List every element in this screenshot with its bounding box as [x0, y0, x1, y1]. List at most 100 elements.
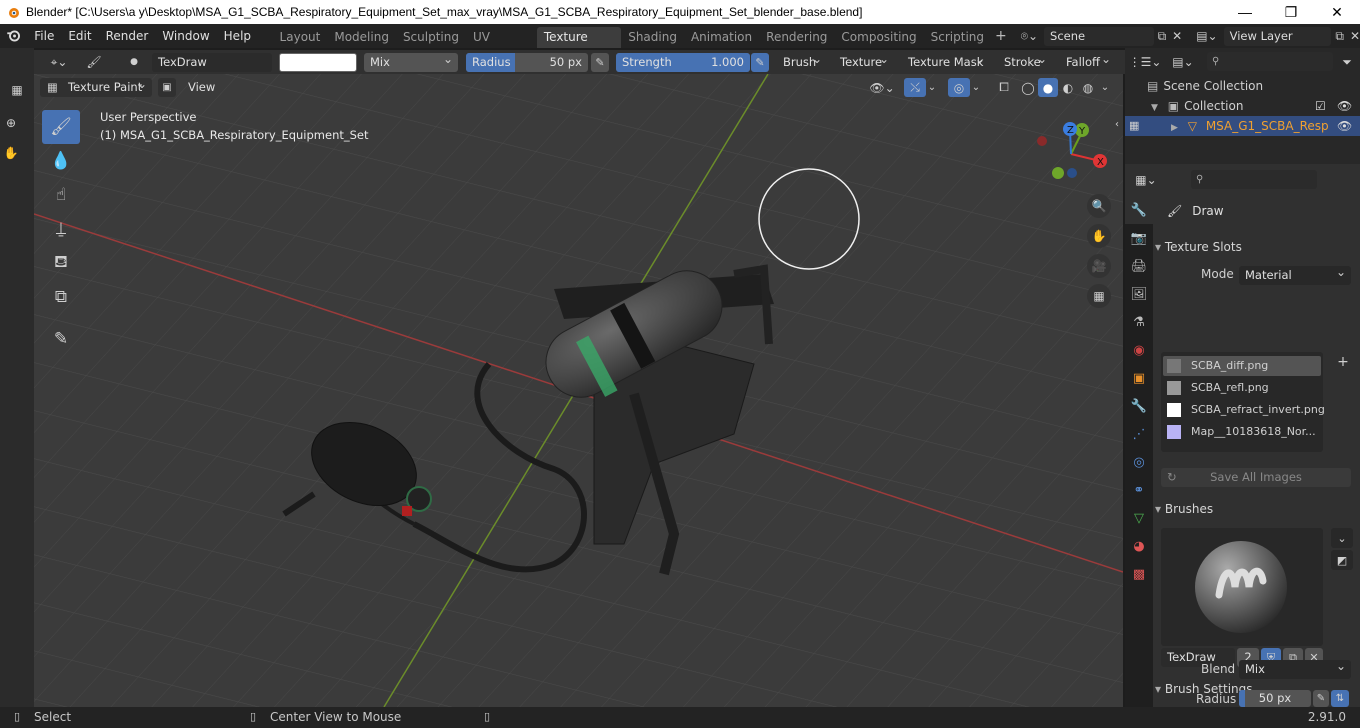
sidebar-toggle-icon[interactable]: ‹: [1112, 114, 1122, 134]
render-tab-icon[interactable]: 📷: [1125, 224, 1153, 252]
maximize-button[interactable]: ❐: [1268, 0, 1314, 24]
draw-tool-icon[interactable]: 🖌: [42, 110, 80, 144]
menu-render[interactable]: Render: [99, 24, 156, 48]
brush-radius-unit-icon[interactable]: ⇅: [1331, 690, 1349, 707]
annotate-tool-icon[interactable]: ✎: [42, 322, 80, 356]
soften-tool-icon[interactable]: 💧: [42, 144, 80, 178]
blend-mode-dropdown[interactable]: Mix: [364, 53, 458, 72]
brush-browse-icon[interactable]: ●: [122, 52, 146, 72]
outliner[interactable]: ⋮☰⌄ ▤⌄ ⚲ ⏷ ▤ Scene Collection ▼ ▣ Collecti…: [1125, 48, 1360, 164]
outliner-editor-icon[interactable]: ⋮☰⌄: [1129, 52, 1162, 72]
texture-slot-row[interactable]: SCBA_diff.png: [1163, 356, 1321, 376]
overlays-dropdown-icon[interactable]: ⌄: [970, 78, 982, 97]
tab-compositing[interactable]: Compositing: [834, 27, 923, 48]
tab-sculpting[interactable]: Sculpting: [396, 27, 466, 48]
falloff-menu[interactable]: Falloff: [1060, 53, 1116, 72]
clone-tool-icon[interactable]: ⍊: [42, 212, 80, 246]
texture-slot-row[interactable]: SCBA_refract_invert.png: [1163, 400, 1325, 420]
paint-brush-icon[interactable]: 🖌: [82, 52, 106, 72]
texture-slot-mode-dropdown[interactable]: Material: [1239, 266, 1351, 285]
strength-slider[interactable]: Strength 1.000: [616, 53, 750, 72]
new-view-layer-icon[interactable]: ⧉: [1335, 29, 1344, 44]
texture-slot-row[interactable]: Map__10183618_Nor...: [1163, 422, 1321, 442]
outliner-search-input[interactable]: ⚲: [1207, 52, 1333, 71]
minimize-button[interactable]: —: [1222, 0, 1268, 24]
menu-window[interactable]: Window: [155, 24, 216, 48]
viewport-scene[interactable]: [34, 74, 1123, 707]
texture-tab-icon[interactable]: ▩: [1125, 560, 1153, 588]
blender-menu-icon[interactable]: [0, 26, 27, 46]
texture-slot-row[interactable]: SCBA_refl.png: [1163, 378, 1321, 398]
tool-tab-icon[interactable]: 🔧: [1125, 196, 1153, 224]
outliner-row-collection[interactable]: ▼ ▣ Collection ☑ 👁: [1125, 96, 1360, 116]
expand-object-icon[interactable]: ▶: [1171, 123, 1178, 133]
constraints-tab-icon[interactable]: ⚭: [1125, 476, 1153, 504]
zoom-icon[interactable]: 🔍: [1087, 194, 1111, 218]
view-layer-tab-icon[interactable]: 🖼: [1125, 280, 1153, 308]
add-slot-icon[interactable]: +: [1333, 352, 1353, 372]
smear-tool-icon[interactable]: ☝: [42, 178, 80, 212]
tab-animation[interactable]: Animation: [684, 27, 759, 48]
brush-image-icon[interactable]: ◩: [1331, 550, 1353, 570]
tab-uv-editing[interactable]: UV Editing: [466, 27, 537, 65]
new-scene-icon[interactable]: ⧉: [1158, 29, 1167, 44]
xray-toggle-icon[interactable]: ⧠: [994, 78, 1014, 97]
3d-viewport[interactable]: ▦ Texture Paint ▣ View 👁⌄ ⤯ ⌄ ◎ ⌄ ⧠ ◯ ● …: [34, 74, 1123, 707]
brush-radius-field[interactable]: 50 px: [1239, 690, 1311, 707]
material-tab-icon[interactable]: ◕: [1125, 532, 1153, 560]
tab-scripting[interactable]: Scripting: [924, 27, 991, 48]
properties-search-input[interactable]: ⚲: [1191, 170, 1317, 189]
tab-rendering[interactable]: Rendering: [759, 27, 834, 48]
output-tab-icon[interactable]: 🖨: [1125, 252, 1153, 280]
save-all-images-button[interactable]: ↻ Save All Images: [1161, 468, 1351, 487]
particles-tab-icon[interactable]: ⋰: [1125, 420, 1153, 448]
texture-menu[interactable]: Texture: [834, 53, 894, 72]
shading-dropdown-icon[interactable]: ⌄: [1098, 78, 1112, 97]
mode-dropdown[interactable]: ▦ Texture Paint: [40, 78, 152, 97]
visibility-eye-icon[interactable]: 👁: [1337, 96, 1352, 116]
brush-name-field[interactable]: TexDraw: [152, 53, 272, 72]
outliner-row-object[interactable]: ▦ ▶ ▽ MSA_G1_SCBA_Resp 👁: [1125, 116, 1360, 136]
tab-shading[interactable]: Shading: [621, 27, 684, 48]
view-layer-browse-icon[interactable]: ▤⌄: [1196, 29, 1217, 43]
world-tab-icon[interactable]: ◉: [1125, 336, 1153, 364]
view-layer-field[interactable]: View Layer: [1223, 26, 1332, 46]
strength-pressure-icon[interactable]: ✎: [751, 53, 769, 72]
object-visibility-eye-icon[interactable]: 👁: [1337, 116, 1352, 136]
texture-slots-header[interactable]: Texture Slots: [1155, 236, 1355, 258]
brush-radius-pressure-icon[interactable]: ✎: [1313, 690, 1329, 707]
view-menu[interactable]: View: [182, 78, 222, 97]
camera-view-icon[interactable]: 🎥: [1087, 254, 1111, 278]
fill-tool-icon[interactable]: ⛾: [42, 246, 80, 280]
menu-help[interactable]: Help: [217, 24, 258, 48]
header-toggle-icon[interactable]: ▦: [6, 80, 28, 100]
overlays-toggle-icon[interactable]: ◎: [948, 78, 970, 97]
pan-hand-icon[interactable]: ✋: [1087, 224, 1111, 248]
remove-scene-icon[interactable]: ✕: [1172, 29, 1182, 43]
rendered-shading-icon[interactable]: ◍: [1078, 78, 1098, 97]
properties-editor-icon[interactable]: ▦⌄: [1131, 170, 1161, 190]
display-mode-icon[interactable]: ▤⌄: [1169, 52, 1197, 72]
gizmo-toggle-icon[interactable]: ⤯: [904, 78, 926, 97]
navigation-gizmo[interactable]: X Y Z: [1032, 118, 1122, 188]
scene-browse-icon[interactable]: ⌾⌄: [1021, 29, 1038, 44]
menu-file[interactable]: File: [27, 24, 61, 48]
stroke-menu[interactable]: Stroke: [998, 53, 1052, 72]
physics-tab-icon[interactable]: ◎: [1125, 448, 1153, 476]
brushes-header[interactable]: Brushes: [1155, 498, 1355, 520]
ortho-toggle-icon[interactable]: ▦: [1087, 284, 1111, 308]
material-shading-icon[interactable]: ◐: [1058, 78, 1078, 97]
menu-edit[interactable]: Edit: [61, 24, 98, 48]
gizmo-dropdown-icon[interactable]: ⌄: [926, 78, 938, 97]
tab-layout[interactable]: Layout: [273, 27, 328, 48]
tab-modeling[interactable]: Modeling: [327, 27, 396, 48]
object-tab-icon[interactable]: ▣: [1125, 364, 1153, 392]
mask-tool-icon[interactable]: ⧉: [42, 280, 80, 314]
color-swatch[interactable]: [279, 53, 357, 72]
tab-texture-paint[interactable]: Texture Paint: [536, 27, 622, 65]
solid-shading-icon[interactable]: ●: [1038, 78, 1058, 97]
scene-field[interactable]: Scene: [1044, 26, 1154, 46]
brush-menu[interactable]: Brush: [777, 53, 827, 72]
add-workspace-icon[interactable]: +: [995, 28, 1007, 44]
wireframe-shading-icon[interactable]: ◯: [1018, 78, 1038, 97]
